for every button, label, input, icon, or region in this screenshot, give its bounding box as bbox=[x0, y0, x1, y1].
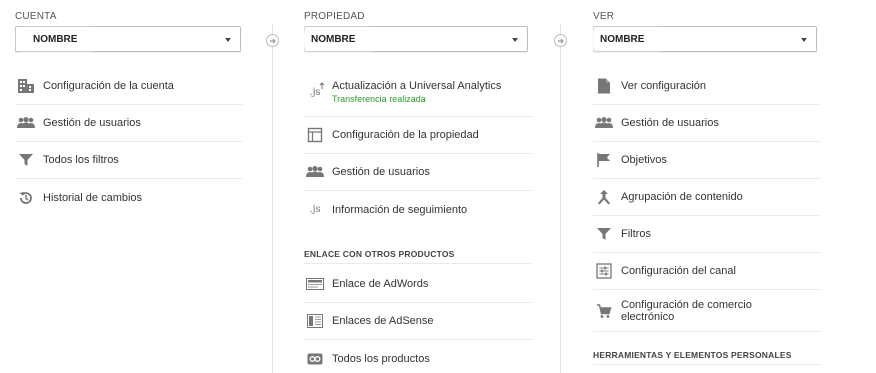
menu-item-label: Todos los filtros bbox=[43, 154, 119, 166]
arrow-right-icon bbox=[554, 34, 567, 47]
section-heading: HERRAMIENTAS Y ELEMENTOS PERSONALES bbox=[593, 350, 821, 365]
view-user-management-link[interactable]: Gestión de usuarios bbox=[593, 105, 821, 142]
filter-icon bbox=[16, 150, 36, 170]
caret-down-icon bbox=[801, 38, 807, 42]
cart-icon bbox=[594, 301, 614, 321]
account-user-management-link[interactable]: Gestión de usuarios bbox=[15, 105, 243, 142]
users-icon bbox=[16, 113, 36, 133]
change-history-link[interactable]: Historial de cambios bbox=[15, 179, 243, 216]
menu-item-label: Configuración del canal bbox=[621, 265, 736, 277]
all-products-link[interactable]: Todos los productos bbox=[304, 340, 532, 373]
status-text: Transferencia realizada bbox=[332, 93, 426, 104]
caret-down-icon bbox=[225, 38, 231, 42]
flag-icon bbox=[594, 150, 614, 170]
caret-down-icon bbox=[512, 38, 518, 42]
menu-item-label: Gestión de usuarios bbox=[332, 166, 430, 178]
property-user-management-link[interactable]: Gestión de usuarios bbox=[304, 154, 532, 191]
universal-analytics-upgrade-link[interactable]: .js Actualización a Universal Analytics … bbox=[304, 68, 532, 117]
menu-item-label: Actualización a Universal Analytics bbox=[332, 79, 502, 92]
menu-item-label: Agrupación de contenido bbox=[621, 191, 743, 203]
filters-link[interactable]: Filtros bbox=[593, 216, 821, 253]
window-icon bbox=[305, 125, 325, 145]
adsense-link[interactable]: Enlaces de AdSense bbox=[304, 303, 532, 340]
goals-link[interactable]: Objetivos bbox=[593, 142, 821, 179]
arrow-right-icon bbox=[266, 34, 279, 47]
channel-settings-link[interactable]: Configuración del canal bbox=[593, 253, 821, 290]
column-label: VER bbox=[593, 11, 615, 22]
all-filters-link[interactable]: Todos los filtros bbox=[15, 142, 243, 179]
select-value: NOMBRE bbox=[305, 33, 368, 46]
users-icon bbox=[305, 162, 325, 182]
column-label: PROPIEDAD bbox=[304, 11, 365, 22]
menu-item-label: Todos los productos bbox=[332, 352, 430, 365]
menu-item-label: Objetivos bbox=[621, 154, 667, 166]
property-select[interactable]: NOMBRE bbox=[304, 26, 528, 52]
menu-item-label: Gestión de usuarios bbox=[43, 117, 141, 129]
ecommerce-settings-link[interactable]: Configuración de comercio electrónico bbox=[593, 290, 821, 332]
merge-icon bbox=[594, 187, 614, 207]
menu-item-label: Filtros bbox=[621, 228, 651, 240]
column-divider bbox=[560, 24, 561, 373]
menu-item-label: Historial de cambios bbox=[43, 191, 143, 204]
users-icon bbox=[594, 113, 614, 133]
view-select[interactable]: NOMBRE bbox=[593, 26, 817, 52]
channel-settings-icon bbox=[594, 261, 614, 281]
select-value: NOMBRE bbox=[594, 33, 657, 46]
menu-item-label: Configuración de la cuenta bbox=[43, 80, 174, 92]
section-heading: ENLACE CON OTROS PRODUCTOS bbox=[304, 249, 532, 264]
select-value: NOMBRE bbox=[22, 33, 90, 46]
link-icon bbox=[305, 349, 325, 369]
view-settings-link[interactable]: Ver configuración bbox=[593, 68, 821, 105]
content-grouping-link[interactable]: Agrupación de contenido bbox=[593, 179, 821, 216]
menu-item-label: Ver configuración bbox=[621, 80, 706, 92]
js-icon: .js bbox=[309, 204, 321, 215]
history-icon bbox=[16, 188, 36, 208]
column-divider bbox=[272, 24, 273, 373]
menu-item-label: Información de seguimiento bbox=[332, 203, 468, 216]
menu-item-label: Configuración de comercio electrónico bbox=[621, 298, 752, 323]
filter-icon bbox=[594, 224, 614, 244]
adwords-icon bbox=[305, 274, 325, 294]
menu-item-label: Enlaces de AdSense bbox=[332, 315, 434, 327]
menu-item-label: Enlace de AdWords bbox=[332, 278, 429, 290]
document-icon bbox=[594, 76, 614, 96]
adwords-link[interactable]: Enlace de AdWords bbox=[304, 266, 532, 303]
building-icon bbox=[16, 76, 36, 96]
adsense-icon bbox=[305, 311, 325, 331]
property-settings-link[interactable]: Configuración de la propiedad bbox=[304, 117, 532, 154]
account-settings-link[interactable]: Configuración de la cuenta bbox=[15, 68, 243, 105]
column-label: CUENTA bbox=[15, 11, 57, 22]
menu-item-label: Configuración de la propiedad bbox=[332, 129, 479, 141]
js-upgrade-icon: .js bbox=[305, 82, 325, 102]
tracking-info-link[interactable]: .js Información de seguimiento bbox=[304, 191, 532, 228]
menu-item-label: Gestión de usuarios bbox=[621, 117, 719, 129]
account-select[interactable]: NOMBRE bbox=[15, 26, 241, 52]
